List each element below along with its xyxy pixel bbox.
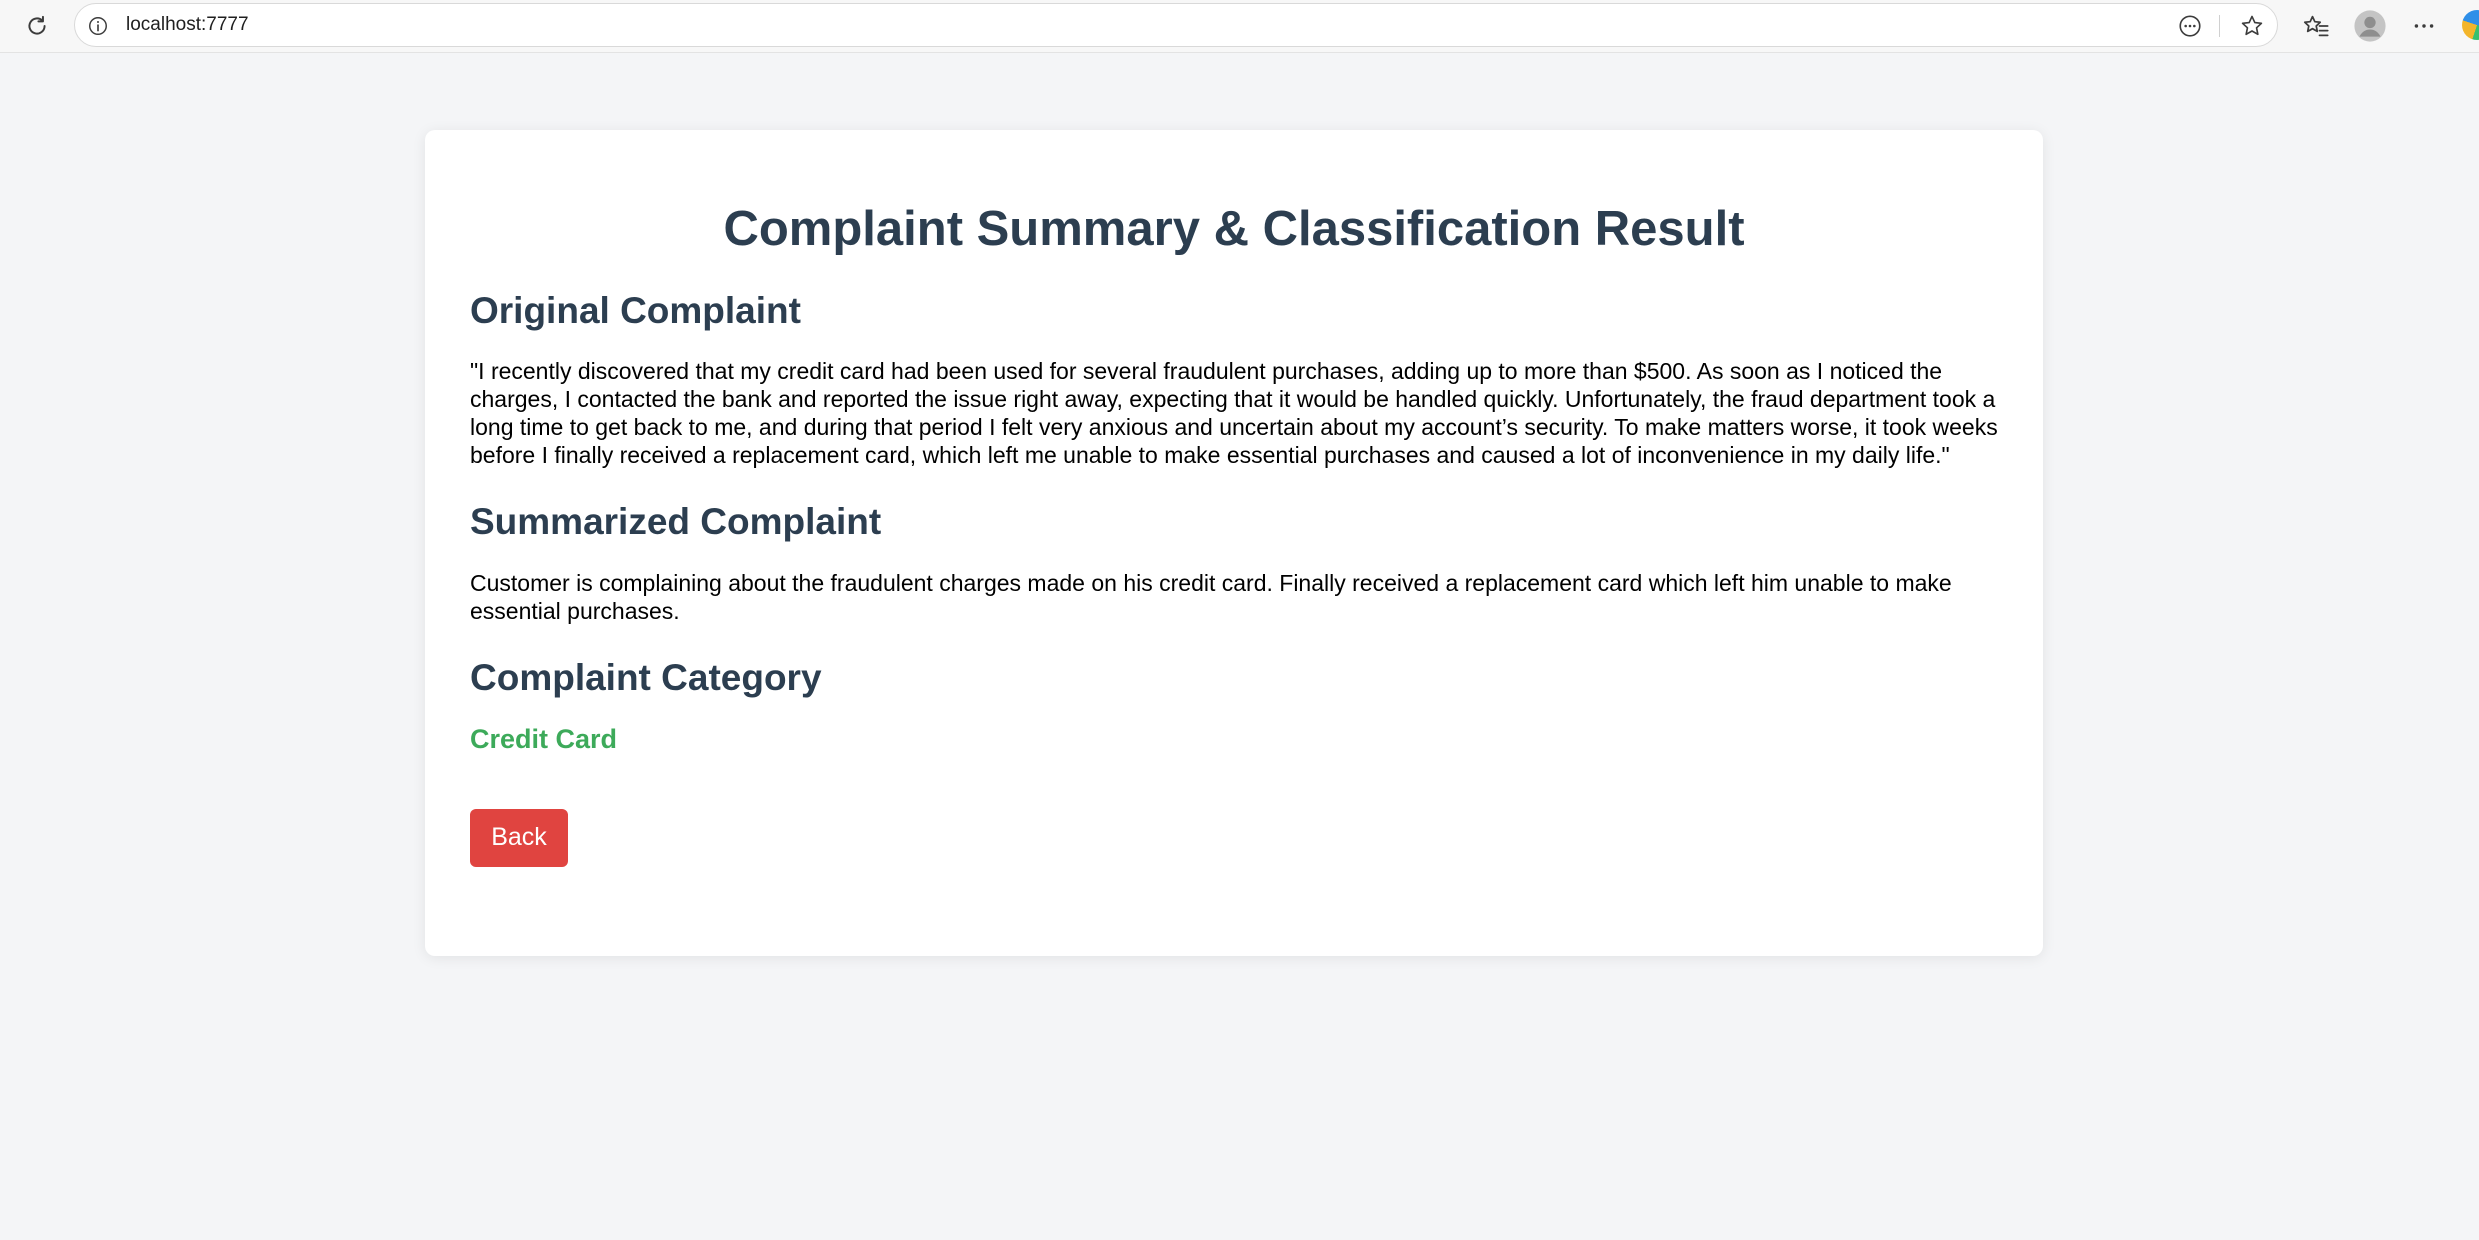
original-complaint-text: "I recently discovered that my credit ca… — [470, 358, 1998, 469]
summarized-complaint-heading: Summarized Complaint — [470, 501, 882, 543]
complaint-category-value: Credit Card — [470, 723, 618, 754]
star-icon — [2241, 15, 2263, 36]
favorites-icon — [2303, 15, 2329, 37]
more-icon — [2414, 24, 2434, 28]
complaint-category-heading: Complaint Category — [470, 656, 822, 698]
summarized-complaint-text: Customer is complaining about the fraudu… — [470, 569, 1952, 624]
url-text[interactable]: localhost:7777 — [126, 4, 249, 46]
reload-icon — [28, 15, 46, 35]
back-button[interactable]: Back — [470, 808, 568, 867]
result-card: Complaint Summary & Classification Resul… — [425, 130, 2043, 956]
info-icon[interactable] — [87, 15, 109, 37]
original-complaint-heading: Original Complaint — [470, 289, 801, 331]
page-title: Complaint Summary & Classification Resul… — [723, 202, 1745, 256]
profile-icon — [2354, 10, 2386, 42]
reading-mode-button[interactable] — [2175, 11, 2205, 41]
address-bar[interactable]: localhost:7777 — [74, 3, 2278, 47]
favorites-button[interactable] — [2298, 8, 2334, 44]
address-divider — [2219, 15, 2220, 37]
more-button[interactable] — [2406, 8, 2442, 44]
reading-mode-icon — [2179, 15, 2201, 37]
browser-toolbar: localhost:7777 — [0, 0, 2479, 53]
reload-button[interactable] — [20, 9, 54, 43]
favorite-button[interactable] — [2237, 11, 2267, 41]
copilot-icon[interactable] — [2462, 10, 2479, 40]
profile-button[interactable] — [2352, 8, 2388, 44]
